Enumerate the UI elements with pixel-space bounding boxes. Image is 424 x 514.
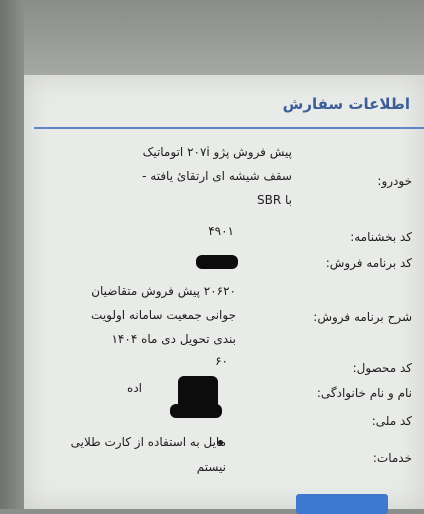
full-name-label: نام و نام خانوادگی: bbox=[316, 386, 412, 400]
circular-code-label: کد بخشنامه: bbox=[350, 230, 412, 244]
photo-background-top bbox=[0, 0, 424, 75]
service-item-line1: مایل به استفاده از کارت طلایی bbox=[70, 435, 226, 449]
full-name-partial: اده bbox=[127, 381, 142, 395]
panel-title: اطلاعات سفارش bbox=[282, 95, 410, 113]
car-value-line1: پیش فروش پژو ۲۰۷i اتوماتیک bbox=[142, 145, 292, 159]
sales-program-desc-line3: بندی تحویل دی ماه ۱۴۰۴ bbox=[111, 332, 236, 346]
sales-program-desc-label: شرح برنامه فروش: bbox=[313, 310, 412, 324]
product-code-value: ۶۰ bbox=[215, 354, 228, 368]
sales-program-desc-line2: جوانی جمعیت سامانه اولویت bbox=[91, 308, 236, 322]
sales-program-code-label: کد برنامه فروش: bbox=[325, 256, 412, 270]
product-code-label: کد محصول: bbox=[352, 361, 412, 375]
circular-code-value: ۴۹۰۱ bbox=[208, 224, 234, 238]
car-label: خودرو: bbox=[377, 174, 412, 188]
service-item-line2: نیستم bbox=[196, 460, 226, 474]
national-code-label: کد ملی: bbox=[371, 414, 412, 428]
national-code-redacted bbox=[170, 404, 222, 418]
services-label: خدمات: bbox=[372, 451, 412, 465]
bottom-button-partial[interactable] bbox=[296, 494, 388, 514]
sales-program-desc-line1: ۲۰۶۲۰ پیش فروش متقاضیان bbox=[91, 284, 236, 298]
header-divider bbox=[34, 127, 424, 129]
car-value-line2: سقف شیشه ای ارتقائ یافته - bbox=[142, 169, 292, 183]
photo-background-left bbox=[0, 0, 24, 509]
sales-program-code-redacted bbox=[196, 255, 238, 269]
car-value-line3: با SBR bbox=[257, 193, 292, 207]
